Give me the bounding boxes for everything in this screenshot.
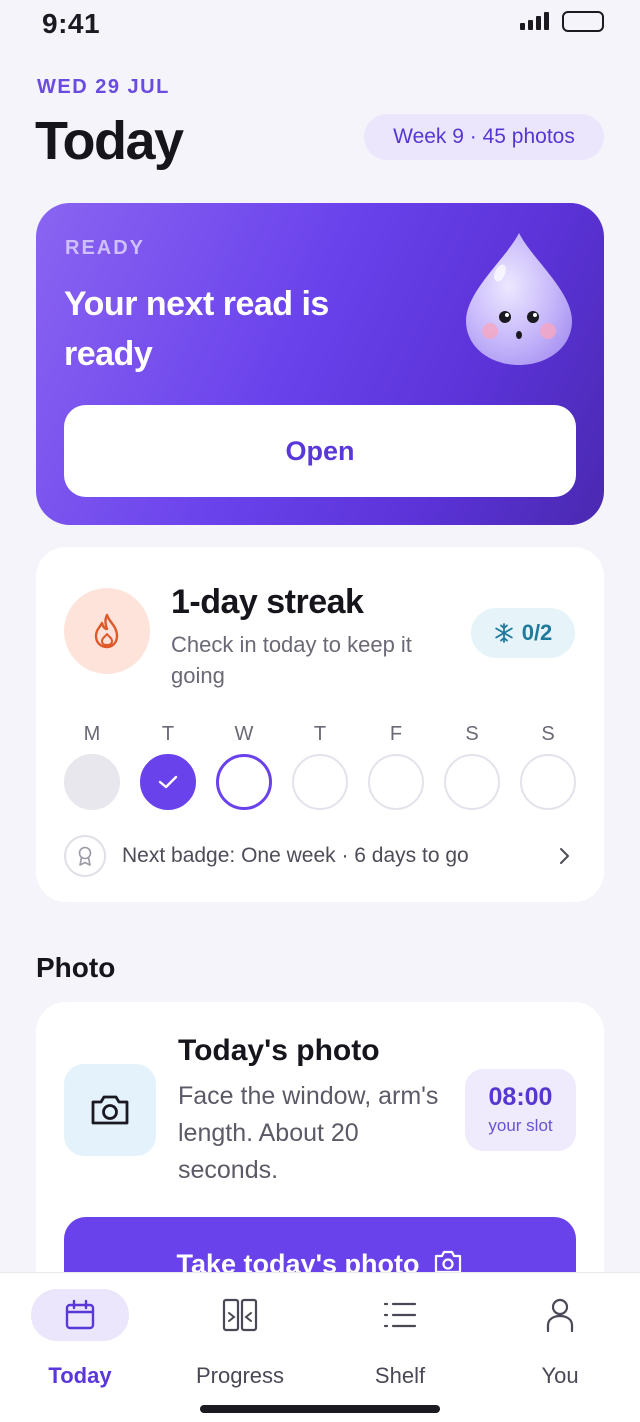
slot-label: your slot bbox=[488, 1116, 553, 1135]
day-tuesday: T bbox=[140, 721, 196, 810]
open-button[interactable]: Open bbox=[64, 405, 576, 497]
tab-today[interactable]: Today bbox=[15, 1289, 145, 1399]
day-letter: T bbox=[161, 723, 175, 745]
day-saturday: S bbox=[444, 721, 500, 810]
day-circle-done[interactable] bbox=[140, 754, 196, 810]
tab-label: You bbox=[541, 1363, 579, 1388]
ready-headline: Your next read is ready bbox=[64, 285, 329, 373]
week-progress-pill[interactable]: Week 9 · 45 photos bbox=[364, 114, 604, 160]
photo-slot[interactable]: 08:00 your slot bbox=[465, 1069, 576, 1151]
next-badge-row[interactable]: Next badge: One week · 6 days to go bbox=[64, 834, 576, 878]
tab-progress[interactable]: Progress bbox=[175, 1289, 305, 1399]
day-monday: M bbox=[64, 721, 120, 810]
badge-icon bbox=[64, 835, 106, 877]
bottom-tab-bar: Today Progress Shelf You bbox=[0, 1272, 640, 1422]
cellular-signal-icon bbox=[520, 12, 552, 30]
tab-label: Progress bbox=[195, 1363, 285, 1388]
photo-section-heading: Photo bbox=[36, 952, 116, 983]
slot-time: 08:00 bbox=[488, 1083, 553, 1111]
tab-label: Shelf bbox=[374, 1363, 426, 1388]
page-title: Today bbox=[35, 111, 184, 171]
date-label: WED 29 JUL bbox=[37, 76, 170, 98]
checkmark-icon bbox=[158, 775, 178, 789]
status-time: 9:41 bbox=[42, 8, 101, 39]
ready-eyebrow: READY bbox=[65, 237, 146, 259]
day-circle-upcoming bbox=[520, 754, 576, 810]
day-circle-upcoming bbox=[368, 754, 424, 810]
chevron-right-icon bbox=[560, 848, 569, 864]
streak-card: 1-day streak Check in today to keep it g… bbox=[36, 547, 604, 902]
day-circle-upcoming bbox=[444, 754, 500, 810]
streak-subtitle: Check in today to keep it going bbox=[171, 632, 412, 688]
home-indicator bbox=[200, 1405, 440, 1413]
droplet-mascot-icon bbox=[466, 233, 572, 365]
freeze-count: 0/2 bbox=[521, 620, 553, 645]
day-friday: F bbox=[368, 721, 424, 810]
next-badge-text: Next badge: One week · 6 days to go bbox=[122, 844, 469, 867]
person-icon bbox=[546, 1298, 574, 1333]
day-circle-missed[interactable] bbox=[64, 754, 120, 810]
tab-label: Today bbox=[48, 1363, 112, 1388]
day-letter: F bbox=[389, 723, 403, 745]
battery-icon bbox=[562, 11, 604, 32]
day-sunday: S bbox=[520, 721, 576, 810]
day-letter: T bbox=[313, 723, 327, 745]
calendar-icon bbox=[65, 1299, 95, 1330]
week-day-tracker: M T W T F S S bbox=[64, 721, 576, 811]
day-wednesday: W bbox=[216, 721, 272, 810]
ready-card[interactable]: READY Your next read is ready Open bbox=[36, 203, 604, 525]
camera-icon bbox=[64, 1064, 156, 1156]
snowflake-icon bbox=[495, 623, 513, 643]
compare-icon bbox=[222, 1298, 258, 1332]
day-letter: S bbox=[541, 723, 555, 745]
photo-description: Face the window, arm's length. About 20 … bbox=[178, 1082, 439, 1184]
day-letter: S bbox=[465, 723, 479, 745]
list-icon bbox=[383, 1302, 417, 1328]
day-thursday: T bbox=[292, 721, 348, 810]
fire-icon bbox=[64, 588, 150, 674]
streak-freeze-pill[interactable]: 0/2 bbox=[471, 608, 575, 658]
day-letter: W bbox=[234, 723, 254, 745]
photo-title: Today's photo bbox=[178, 1034, 380, 1067]
day-circle-today[interactable] bbox=[216, 754, 272, 810]
status-bar: 9:41 bbox=[0, 0, 640, 52]
tab-shelf[interactable]: Shelf bbox=[335, 1289, 465, 1399]
tab-you[interactable]: You bbox=[495, 1289, 625, 1399]
day-letter: M bbox=[83, 723, 101, 745]
day-circle-upcoming bbox=[292, 754, 348, 810]
streak-title: 1-day streak bbox=[171, 583, 364, 621]
